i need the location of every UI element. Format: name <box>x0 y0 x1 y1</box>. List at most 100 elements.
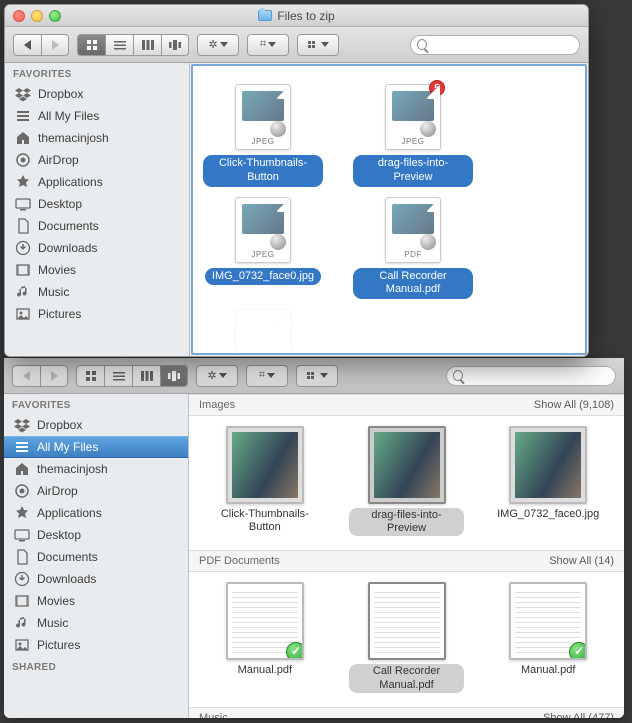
sidebar-item-label: Music <box>37 616 68 630</box>
window-controls <box>5 10 61 22</box>
content-area[interactable]: JPEGClick-Thumbnails-Button JPEG5drag-fil… <box>191 64 587 355</box>
finder-window-back: ✲ ⌗ FAVORITES Dropbox All My Files themaci… <box>4 358 624 718</box>
coverflow-view-button[interactable] <box>161 34 189 56</box>
icon-view-button[interactable] <box>76 365 104 387</box>
sidebar-item-applications[interactable]: Applications <box>5 171 189 193</box>
sidebar-item-airdrop[interactable]: AirDrop <box>4 480 188 502</box>
sidebar-item-documents[interactable]: Documents <box>5 215 189 237</box>
file-item[interactable]: JPEGClick-Thumbnails-Button <box>203 84 323 187</box>
file-label: drag-files-into-Preview <box>353 155 473 187</box>
file-item[interactable]: Manual.pdf <box>490 582 606 677</box>
action-menu[interactable]: ✲ <box>196 365 238 387</box>
pictures-icon <box>14 637 30 653</box>
forward-button[interactable] <box>40 365 68 387</box>
titlebar[interactable]: Files to zip <box>5 5 588 27</box>
file-item[interactable]: Manual.pdf <box>207 582 323 677</box>
forward-button[interactable] <box>41 34 69 56</box>
search-input[interactable] <box>467 370 609 382</box>
action-menu[interactable]: ✲ <box>197 34 239 56</box>
desktop-icon <box>14 527 30 543</box>
section-row: Manual.pdf Call Recorder Manual.pdf Manual… <box>189 572 624 706</box>
zoom-button[interactable] <box>49 10 61 22</box>
dropbox-icon: ⌗ <box>260 38 266 51</box>
close-button[interactable] <box>13 10 25 22</box>
sidebar-item-desktop[interactable]: Desktop <box>4 524 188 546</box>
sidebar-item-downloads[interactable]: Downloads <box>4 568 188 590</box>
section-header: MusicShow All (477) <box>189 707 624 718</box>
search-field[interactable] <box>446 366 616 386</box>
sidebar-item-downloads[interactable]: Downloads <box>5 237 189 259</box>
home-icon <box>15 130 31 146</box>
back-button[interactable] <box>13 34 41 56</box>
sidebar-item-dropbox[interactable]: Dropbox <box>4 414 188 436</box>
sidebar-item-movies[interactable]: Movies <box>5 259 189 281</box>
file-item[interactable]: JPEG5drag-files-into-Preview <box>353 84 473 187</box>
arrange-menu[interactable] <box>297 34 339 56</box>
sidebar-item-label: All My Files <box>37 440 98 454</box>
list-view-button[interactable] <box>104 365 132 387</box>
icon-view-button[interactable] <box>77 34 105 56</box>
sidebar-item-movies[interactable]: Movies <box>4 590 188 612</box>
sidebar-item-airdrop[interactable]: AirDrop <box>5 149 189 171</box>
applications-icon <box>15 174 31 190</box>
movies-icon <box>14 593 30 609</box>
sidebar-header-favorites: FAVORITES <box>4 394 188 414</box>
file-item[interactable]: Call Recorder Manual.pdf <box>349 582 465 692</box>
show-all-link[interactable]: Show All (14) <box>549 555 614 567</box>
show-all-link[interactable]: Show All (477) <box>543 712 614 718</box>
badge: 5 <box>429 80 445 96</box>
sidebar-item-music[interactable]: Music <box>5 281 189 303</box>
list-view-button[interactable] <box>105 34 133 56</box>
allmyfiles-icon <box>15 108 31 124</box>
file-item[interactable]: Manual.pdf <box>203 309 323 355</box>
file-label: Manual.pdf <box>238 664 292 677</box>
sidebar-item-allmyfiles[interactable]: All My Files <box>5 105 189 127</box>
movies-icon <box>15 262 31 278</box>
sidebar-item-applications[interactable]: Applications <box>4 502 188 524</box>
dropbox-icon: ⌗ <box>259 369 265 382</box>
sidebar-item-desktop[interactable]: Desktop <box>5 193 189 215</box>
file-label: Click-Thumbnails-Button <box>207 508 323 534</box>
music-icon <box>14 615 30 631</box>
sidebar-item-label: Downloads <box>37 572 96 586</box>
music-icon <box>15 284 31 300</box>
sidebar-item-label: Music <box>38 285 69 299</box>
dropbox-menu[interactable]: ⌗ <box>246 365 288 387</box>
sidebar-item-documents[interactable]: Documents <box>4 546 188 568</box>
file-item[interactable]: IMG_0732_face0.jpg <box>490 426 606 521</box>
downloads-icon <box>14 571 30 587</box>
documents-icon <box>15 218 31 234</box>
file-thumbnail <box>226 426 304 504</box>
section-header: Images Show All (9,108) <box>189 394 624 416</box>
column-view-button[interactable] <box>132 365 160 387</box>
sidebar-item-dropbox[interactable]: Dropbox <box>5 83 189 105</box>
sidebar-item-allmyfiles[interactable]: All My Files <box>4 436 188 458</box>
file-item[interactable]: drag-files-into-Preview <box>349 426 465 536</box>
arrange-menu[interactable] <box>296 365 338 387</box>
search-field[interactable] <box>410 35 580 55</box>
sidebar-item-music[interactable]: Music <box>4 612 188 634</box>
section-title: Images <box>199 399 235 411</box>
file-item[interactable]: JPEGIMG_0732_face0.jpg <box>203 197 323 300</box>
quicklook-icon <box>420 234 436 250</box>
minimize-button[interactable] <box>31 10 43 22</box>
quicklook-icon <box>270 234 286 250</box>
column-view-button[interactable] <box>133 34 161 56</box>
file-thumbnail <box>235 309 291 355</box>
sidebar-item-home[interactable]: themacinjosh <box>5 127 189 149</box>
gear-icon: ✲ <box>208 38 217 51</box>
sidebar-item-pictures[interactable]: Pictures <box>4 634 188 656</box>
file-label: Call Recorder Manual.pdf <box>353 268 473 300</box>
sidebar-item-home[interactable]: themacinjosh <box>4 458 188 480</box>
back-button[interactable] <box>12 365 40 387</box>
show-all-link[interactable]: Show All (9,108) <box>534 399 614 411</box>
file-item[interactable]: PDFCall Recorder Manual.pdf <box>353 197 473 300</box>
sidebar-item-pictures[interactable]: Pictures <box>5 303 189 325</box>
coverflow-view-button[interactable] <box>160 365 188 387</box>
file-item[interactable]: Click-Thumbnails-Button <box>207 426 323 534</box>
dropbox-menu[interactable]: ⌗ <box>247 34 289 56</box>
checkmark-icon <box>286 642 304 660</box>
dropbox-icon <box>14 417 30 433</box>
arrange-icon <box>307 40 319 50</box>
search-input[interactable] <box>431 39 573 51</box>
